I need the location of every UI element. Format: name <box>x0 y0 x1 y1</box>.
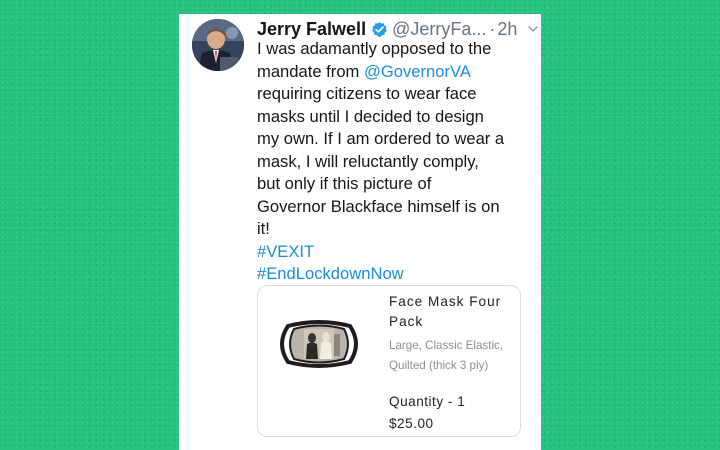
product-description-line: Large, Classic Elastic, <box>389 339 504 352</box>
face-mask-image <box>274 316 364 372</box>
product-title: Face Mask Four Pack <box>389 292 517 332</box>
tweet-card[interactable]: Jerry Falwell @JerryFa... · 2h I was ada… <box>179 14 541 450</box>
product-title-line: Pack <box>389 314 424 329</box>
product-quantity: Quantity - 1 <box>389 394 466 409</box>
verified-badge-icon <box>371 21 388 38</box>
tweet-text: I was adamantly opposed to the mandate f… <box>257 38 533 286</box>
tweet-text-line: my own. If I am ordered to wear a <box>257 129 505 148</box>
product-card[interactable]: Face Mask Four Pack Large, Classic Elast… <box>257 285 521 437</box>
mention-link[interactable]: @GovernorVA <box>364 62 471 81</box>
product-description-line: Quilted (thick 3 ply) <box>389 359 489 372</box>
tweet-text-line: it! <box>257 219 270 238</box>
tweet-text-fragment: mandate from <box>257 61 364 81</box>
tweet-text-line: but only if this picture of <box>257 174 432 193</box>
tweet-text-line: mandate from @GovernorVA <box>257 61 533 84</box>
tweet-text-line: I was adamantly opposed to the <box>257 39 492 58</box>
hashtag-link-endlockdownnow[interactable]: #EndLockdownNow <box>257 263 533 286</box>
tweet-text-line: Governor Blackface himself is on <box>257 196 500 216</box>
product-description: Large, Classic Elastic, Quilted (thick 3… <box>389 336 519 376</box>
tweet-text-line: masks until I decided to design <box>257 106 484 126</box>
avatar[interactable] <box>192 19 244 71</box>
tweet-text-line: mask, I will reluctantly comply, <box>257 151 479 171</box>
product-title-line: Face Mask Four <box>389 294 502 309</box>
hashtag-link-vexit[interactable]: #VEXIT <box>257 241 533 264</box>
chevron-down-icon[interactable] <box>527 23 539 35</box>
product-price: $25.00 <box>389 416 434 431</box>
tweet-text-line: requiring citizens to wear face <box>257 84 477 103</box>
